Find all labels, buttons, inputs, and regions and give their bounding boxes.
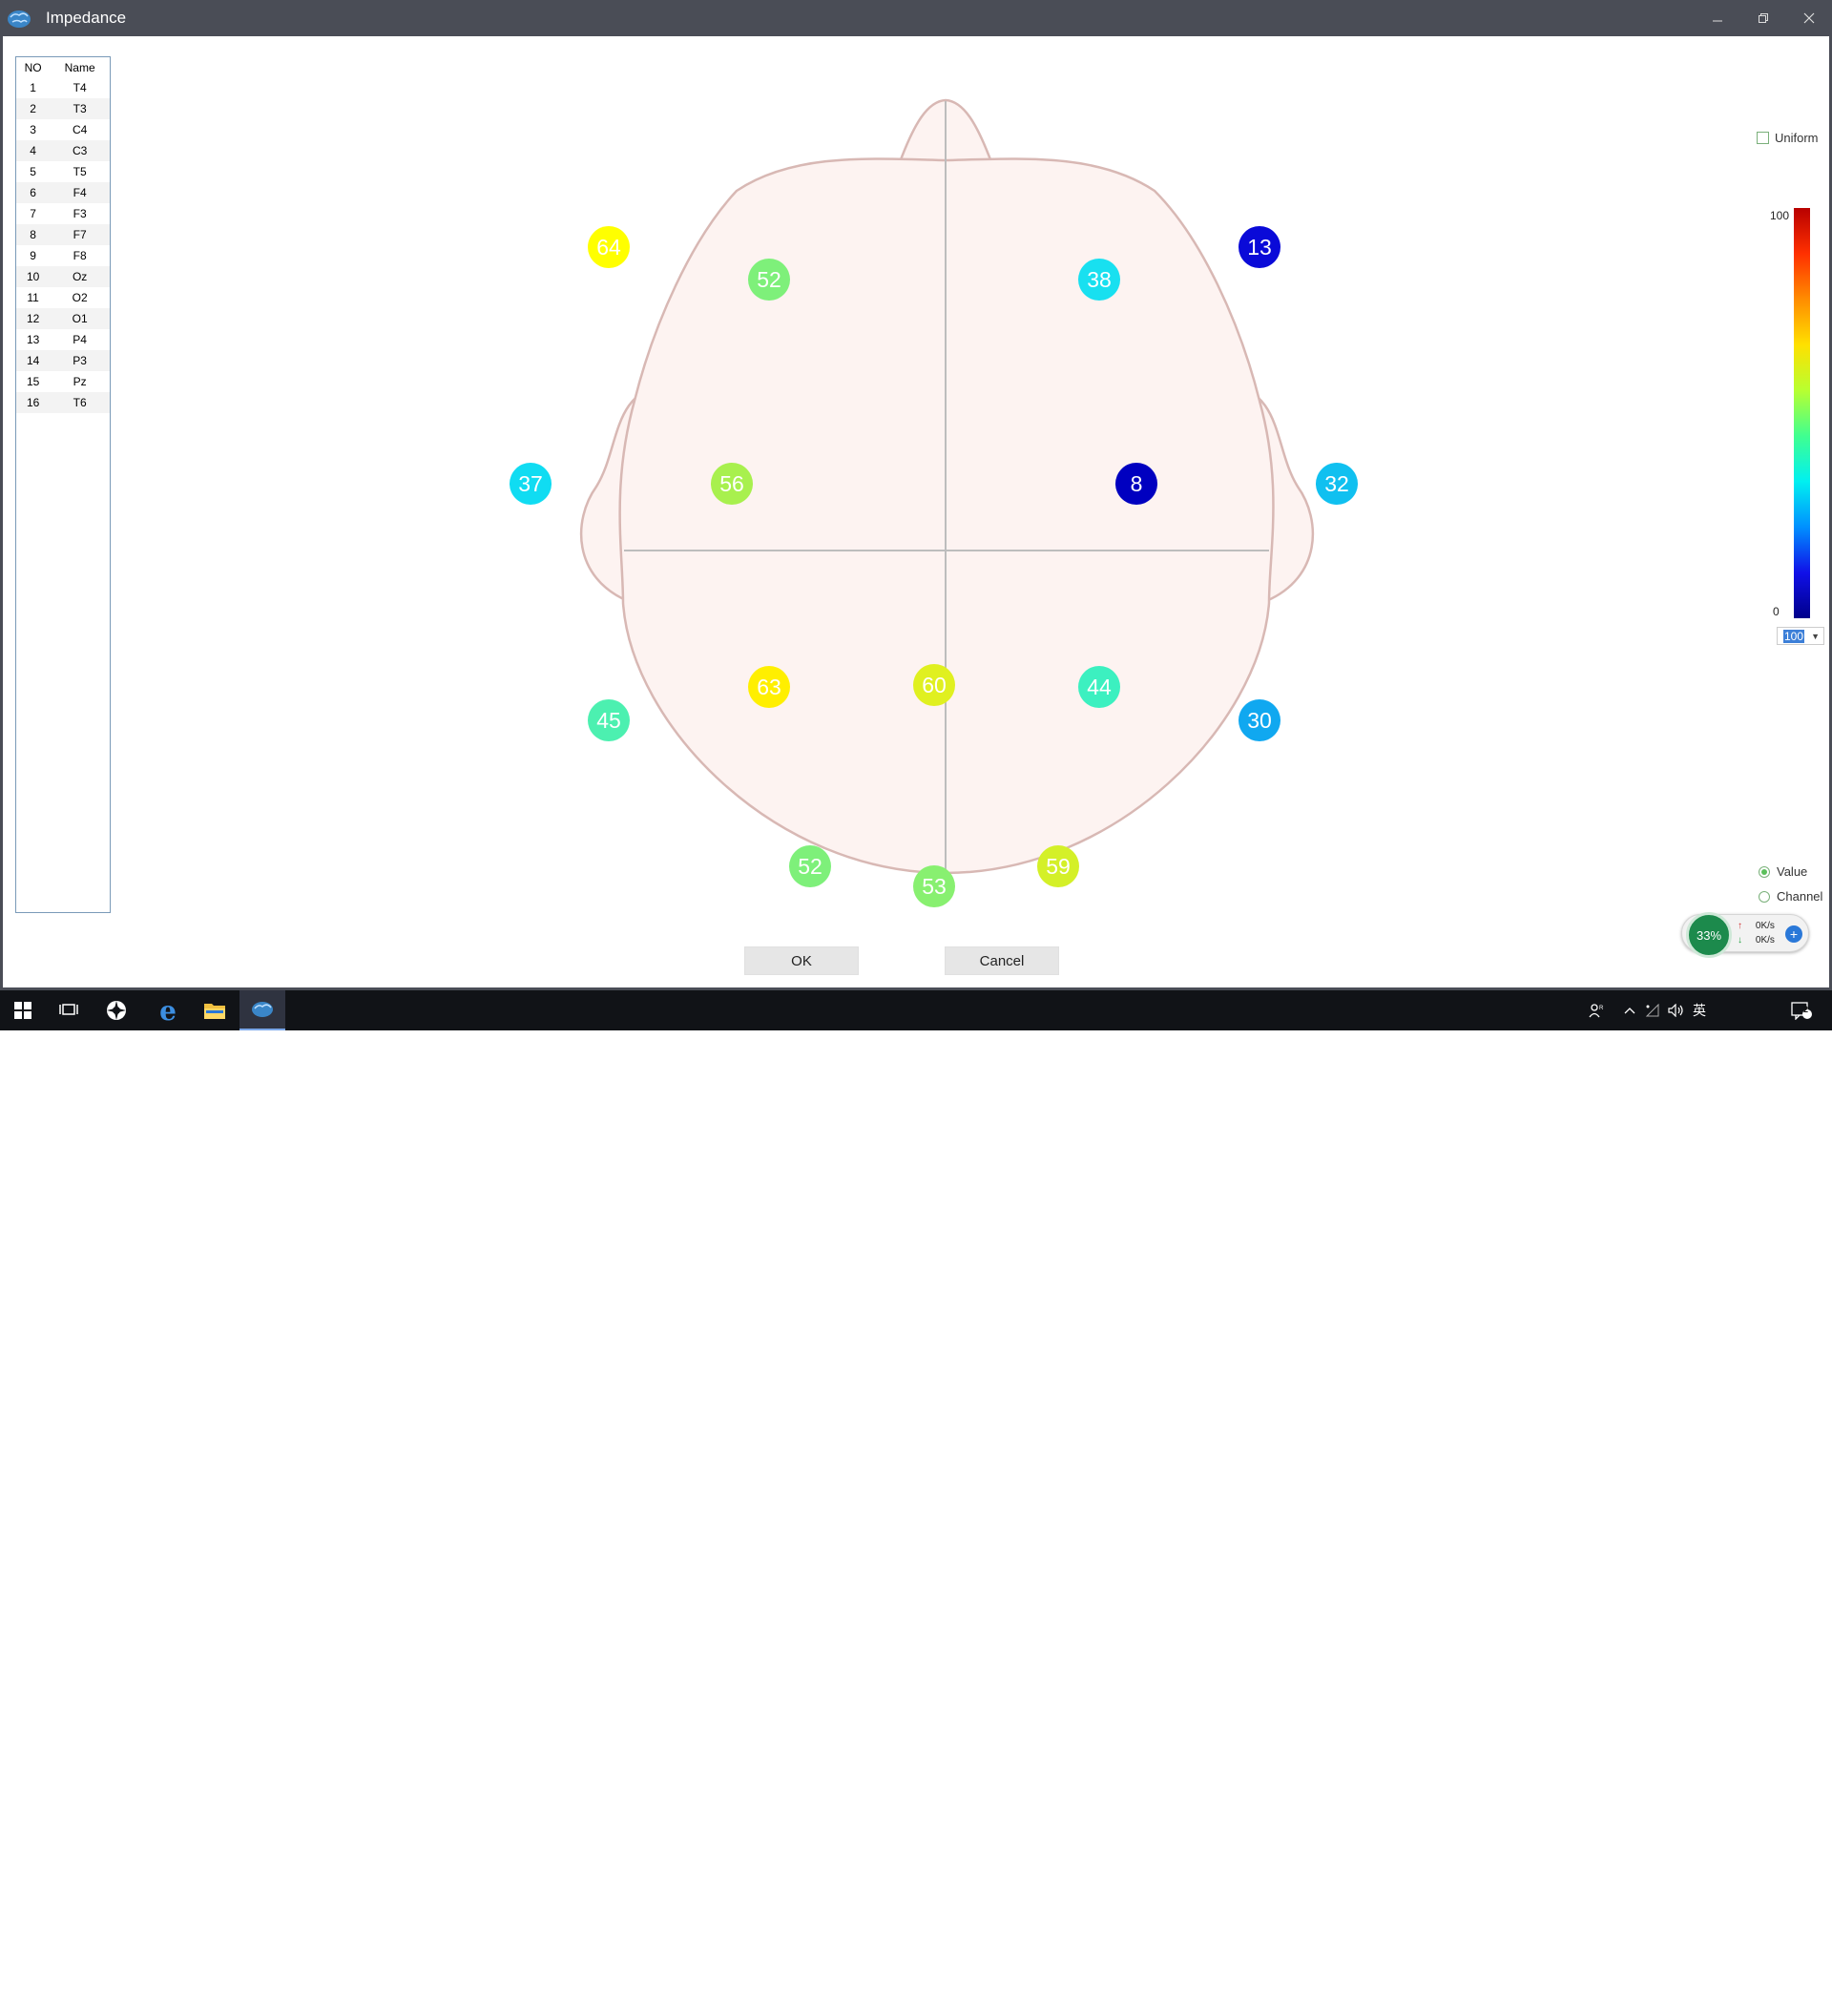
ime-indicator[interactable]: 英 <box>1693 990 1710 1030</box>
people-icon[interactable]: R <box>1589 990 1612 1030</box>
radio-channel-dot[interactable] <box>1759 890 1770 903</box>
electrode-marker[interactable]: 52 <box>748 259 790 301</box>
taskbar: e R 英 14:12 2023/6/13 2 <box>0 990 1832 2015</box>
electrode-marker[interactable]: 52 <box>789 845 831 887</box>
radio-channel[interactable]: Channel <box>1759 889 1822 904</box>
electrode-marker[interactable]: 45 <box>588 699 630 741</box>
scale-value: 100 <box>1783 629 1805 643</box>
impedance-color-scale <box>1794 208 1810 618</box>
chevron-down-icon: ▼ <box>1811 631 1820 641</box>
network-icon[interactable] <box>1645 990 1664 1030</box>
upload-speed-value: 0K/s <box>1755 921 1775 931</box>
windows-logo-icon <box>14 1002 31 1019</box>
scale-dropdown[interactable]: 100 ▼ <box>1777 627 1824 645</box>
taskbar-file-explorer[interactable] <box>192 990 238 1030</box>
clock-time: 14:12 <box>1724 1986 1754 2000</box>
task-view-icon <box>59 1004 78 1015</box>
chevron-up-icon[interactable] <box>1624 990 1639 1030</box>
electrode-marker[interactable]: 44 <box>1078 666 1120 708</box>
electrode-marker[interactable]: 59 <box>1037 845 1079 887</box>
taskbar-app-1[interactable] <box>94 990 139 1030</box>
head-map <box>579 98 1315 875</box>
electrode-marker[interactable]: 30 <box>1239 699 1280 741</box>
taskbar-impedance-app[interactable] <box>239 990 285 1030</box>
electrode-marker[interactable]: 53 <box>913 865 955 907</box>
net-monitor-add-icon[interactable]: + <box>1785 925 1802 943</box>
app-logo-icon <box>107 1001 126 1020</box>
radio-value-label: Value <box>1777 864 1808 879</box>
electrode-marker[interactable]: 8 <box>1115 463 1157 505</box>
electrode-marker[interactable]: 37 <box>510 463 552 505</box>
radio-value-dot[interactable] <box>1759 865 1770 878</box>
colorbar-min-label: 0 <box>1773 605 1780 618</box>
electrode-marker[interactable]: 32 <box>1316 463 1358 505</box>
radio-value[interactable]: Value <box>1759 864 1807 879</box>
electrode-marker[interactable]: 38 <box>1078 259 1120 301</box>
task-view-button[interactable] <box>46 990 92 1030</box>
head-outline <box>618 157 1275 875</box>
action-center-button[interactable]: 2 <box>1791 990 1818 1030</box>
svg-text:R: R <box>1599 1006 1604 1011</box>
volume-icon[interactable] <box>1668 990 1687 1030</box>
download-arrow-icon: ↓ <box>1738 935 1742 946</box>
folder-icon <box>204 1004 225 1019</box>
taskbar-edge[interactable]: e <box>145 990 191 1030</box>
brain-app-icon <box>252 1002 273 1017</box>
clock-date: 2023/6/13 <box>1714 2002 1765 2015</box>
download-speed-value: 0K/s <box>1755 935 1775 946</box>
upload-speed: ↑ 0K/s <box>1738 921 1775 931</box>
electrode-marker[interactable]: 13 <box>1239 226 1280 268</box>
download-speed: ↓ 0K/s <box>1738 935 1775 946</box>
upload-arrow-icon: ↑ <box>1738 921 1742 931</box>
notification-icon <box>1791 1002 1812 1020</box>
cancel-button[interactable]: Cancel <box>945 946 1059 975</box>
electrode-marker[interactable]: 63 <box>748 666 790 708</box>
start-button[interactable] <box>0 990 46 1030</box>
radio-channel-label: Channel <box>1777 889 1823 904</box>
notification-count: 2 <box>1803 1005 1809 1014</box>
colorbar-max-label: 100 <box>1770 209 1790 222</box>
electrode-marker[interactable]: 60 <box>913 664 955 706</box>
electrode-marker[interactable]: 56 <box>711 463 753 505</box>
taskbar-clock[interactable]: 14:12 2023/6/13 <box>1714 1985 1764 2016</box>
electrode-marker[interactable]: 64 <box>588 226 630 268</box>
edge-browser-icon: e <box>159 994 177 1027</box>
ok-button[interactable]: OK <box>744 946 859 975</box>
net-monitor-gauge[interactable]: 33% <box>1686 912 1732 958</box>
